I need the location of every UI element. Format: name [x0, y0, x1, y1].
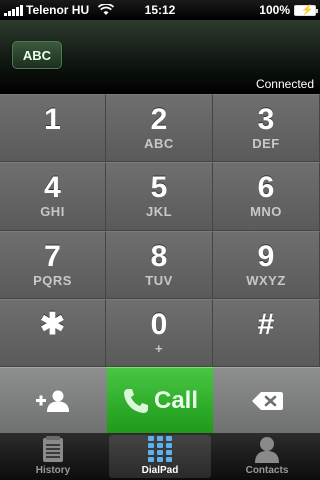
key-star[interactable]: ✱ [0, 298, 106, 367]
tab-bar: History DialPad Contacts [0, 433, 320, 480]
backspace-button[interactable] [213, 367, 320, 433]
key-4[interactable]: 4 GHI [0, 162, 106, 231]
status-bar: Telenor HU 15:12 100% ⚡ [0, 0, 320, 20]
add-contact-icon [36, 390, 70, 412]
key-letters: WXYZ [246, 272, 286, 288]
hash-icon: # [257, 307, 275, 341]
tab-history[interactable]: History [2, 435, 104, 478]
call-label: Call [154, 386, 199, 414]
tab-contacts[interactable]: Contacts [216, 435, 318, 478]
key-letters: PQRS [33, 272, 72, 288]
key-digit: 6 [257, 171, 275, 205]
tab-dialpad[interactable]: DialPad [109, 435, 211, 478]
backspace-icon [251, 391, 283, 410]
key-digit: 7 [44, 239, 61, 273]
key-6[interactable]: 6 MNO [213, 162, 320, 231]
battery-icon: ⚡ [294, 4, 318, 16]
contacts-icon [255, 437, 279, 463]
tab-label: Contacts [245, 465, 289, 476]
abc-mode-button[interactable]: ABC [12, 41, 62, 69]
key-letters: + [154, 340, 164, 356]
key-letters: TUV [145, 272, 173, 288]
key-digit: 5 [150, 171, 168, 205]
key-3[interactable]: 3 DEF [213, 94, 320, 163]
key-0[interactable]: 0 + [106, 298, 213, 367]
dial-display: ABC Connected [0, 20, 320, 94]
phone-icon [124, 388, 148, 413]
key-letters: JKL [145, 204, 173, 220]
dialpad-icon [148, 436, 172, 462]
key-1[interactable]: 1 [0, 94, 106, 163]
key-digit: 1 [44, 103, 61, 137]
asterisk-icon: ✱ [39, 307, 66, 341]
keypad: 1 2 ABC 3 DEF 4 GHI 5 JKL 6 MNO 7 PQRS 8 TUV 9W… [0, 94, 320, 367]
battery-percent: 100% [259, 3, 290, 17]
key-hash[interactable]: # [213, 298, 320, 367]
key-8[interactable]: 8 TUV [106, 230, 213, 299]
key-letters: GHI [40, 204, 65, 220]
key-2[interactable]: 2 ABC [106, 94, 213, 163]
connection-status: Connected [255, 77, 314, 91]
key-letters: DEF [252, 136, 280, 152]
key-digit: 0 [150, 307, 168, 341]
history-icon [43, 436, 63, 462]
status-right: 100% ⚡ [259, 3, 318, 17]
key-letters: MNO [250, 204, 282, 220]
action-row: Call [0, 367, 320, 433]
call-button[interactable]: Call [106, 367, 214, 433]
key-digit: 4 [44, 171, 61, 205]
key-5[interactable]: 5 JKL [106, 162, 213, 231]
key-digit: 8 [150, 239, 168, 273]
key-digit: 9 [257, 239, 275, 273]
tab-label: DialPad [141, 465, 179, 476]
key-9[interactable]: 9 WXYZ [213, 230, 320, 299]
key-letters: ABC [144, 136, 174, 152]
tab-label: History [35, 465, 71, 476]
add-contact-button[interactable] [0, 367, 107, 433]
key-digit: 3 [257, 103, 275, 137]
key-digit: 2 [150, 103, 168, 137]
key-7[interactable]: 7 PQRS [0, 230, 106, 299]
